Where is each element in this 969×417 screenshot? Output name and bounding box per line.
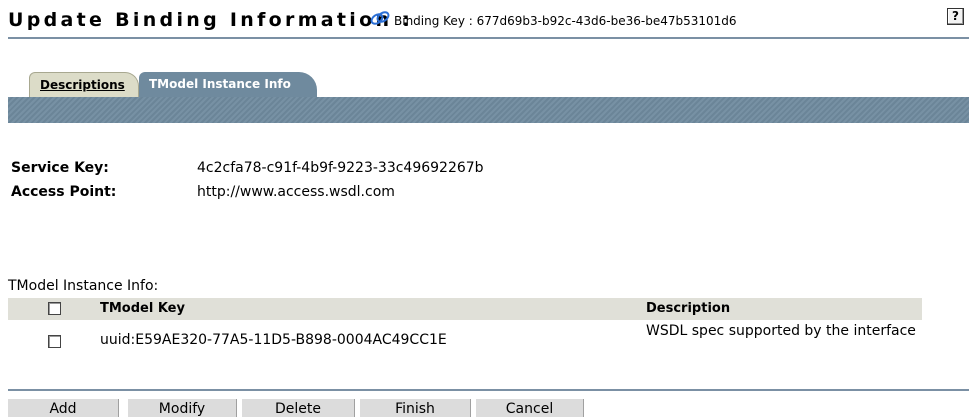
delete-button[interactable]: Delete [242,399,355,417]
tab-content-band [8,97,969,123]
cancel-button[interactable]: Cancel [476,399,584,417]
table-header: TModel Key Description [8,298,922,320]
select-all-checkbox[interactable] [48,302,61,315]
title-divider [8,37,969,39]
tab-tmodel-instance-info[interactable]: TModel Instance Info [139,72,317,98]
access-point-value: http://www.access.wsdl.com [197,184,395,200]
modify-button[interactable]: Modify [128,399,237,417]
binding-link-icon [370,11,390,25]
description-cell: WSDL spec supported by the interface [646,323,916,339]
tmodel-section-label: TModel Instance Info: [8,278,159,294]
bottom-divider [8,389,969,391]
tab-descriptions-label: Descriptions [40,78,125,92]
row-checkbox[interactable] [48,335,61,348]
column-header-description: Description [646,301,731,316]
add-button[interactable]: Add [8,399,119,417]
tmodel-key-cell: uuid:E59AE320-77A5-11D5-B898-0004AC49CC1… [100,332,447,348]
tab-descriptions[interactable]: Descriptions [29,72,139,98]
page-title: Update Binding Information : [8,9,414,31]
column-header-tmodel-key: TModel Key [100,301,185,316]
title-bar: Update Binding Information : Binding Key… [8,8,966,34]
finish-button[interactable]: Finish [360,399,471,417]
service-key-label: Service Key: [11,160,109,176]
tab-tmodel-instance-info-label: TModel Instance Info [149,77,291,91]
tab-strip: Descriptions TModel Instance Info [29,72,429,98]
binding-key-text: Binding Key : 677d69b3-b92c-43d6-be36-be… [394,14,737,28]
help-icon[interactable]: ? [947,8,964,25]
button-bar: Add Modify Delete Finish Cancel [8,399,608,417]
access-point-label: Access Point: [11,184,117,200]
service-key-value: 4c2cfa78-c91f-4b9f-9223-33c49692267b [197,160,484,176]
table-row: uuid:E59AE320-77A5-11D5-B898-0004AC49CC1… [8,320,922,366]
